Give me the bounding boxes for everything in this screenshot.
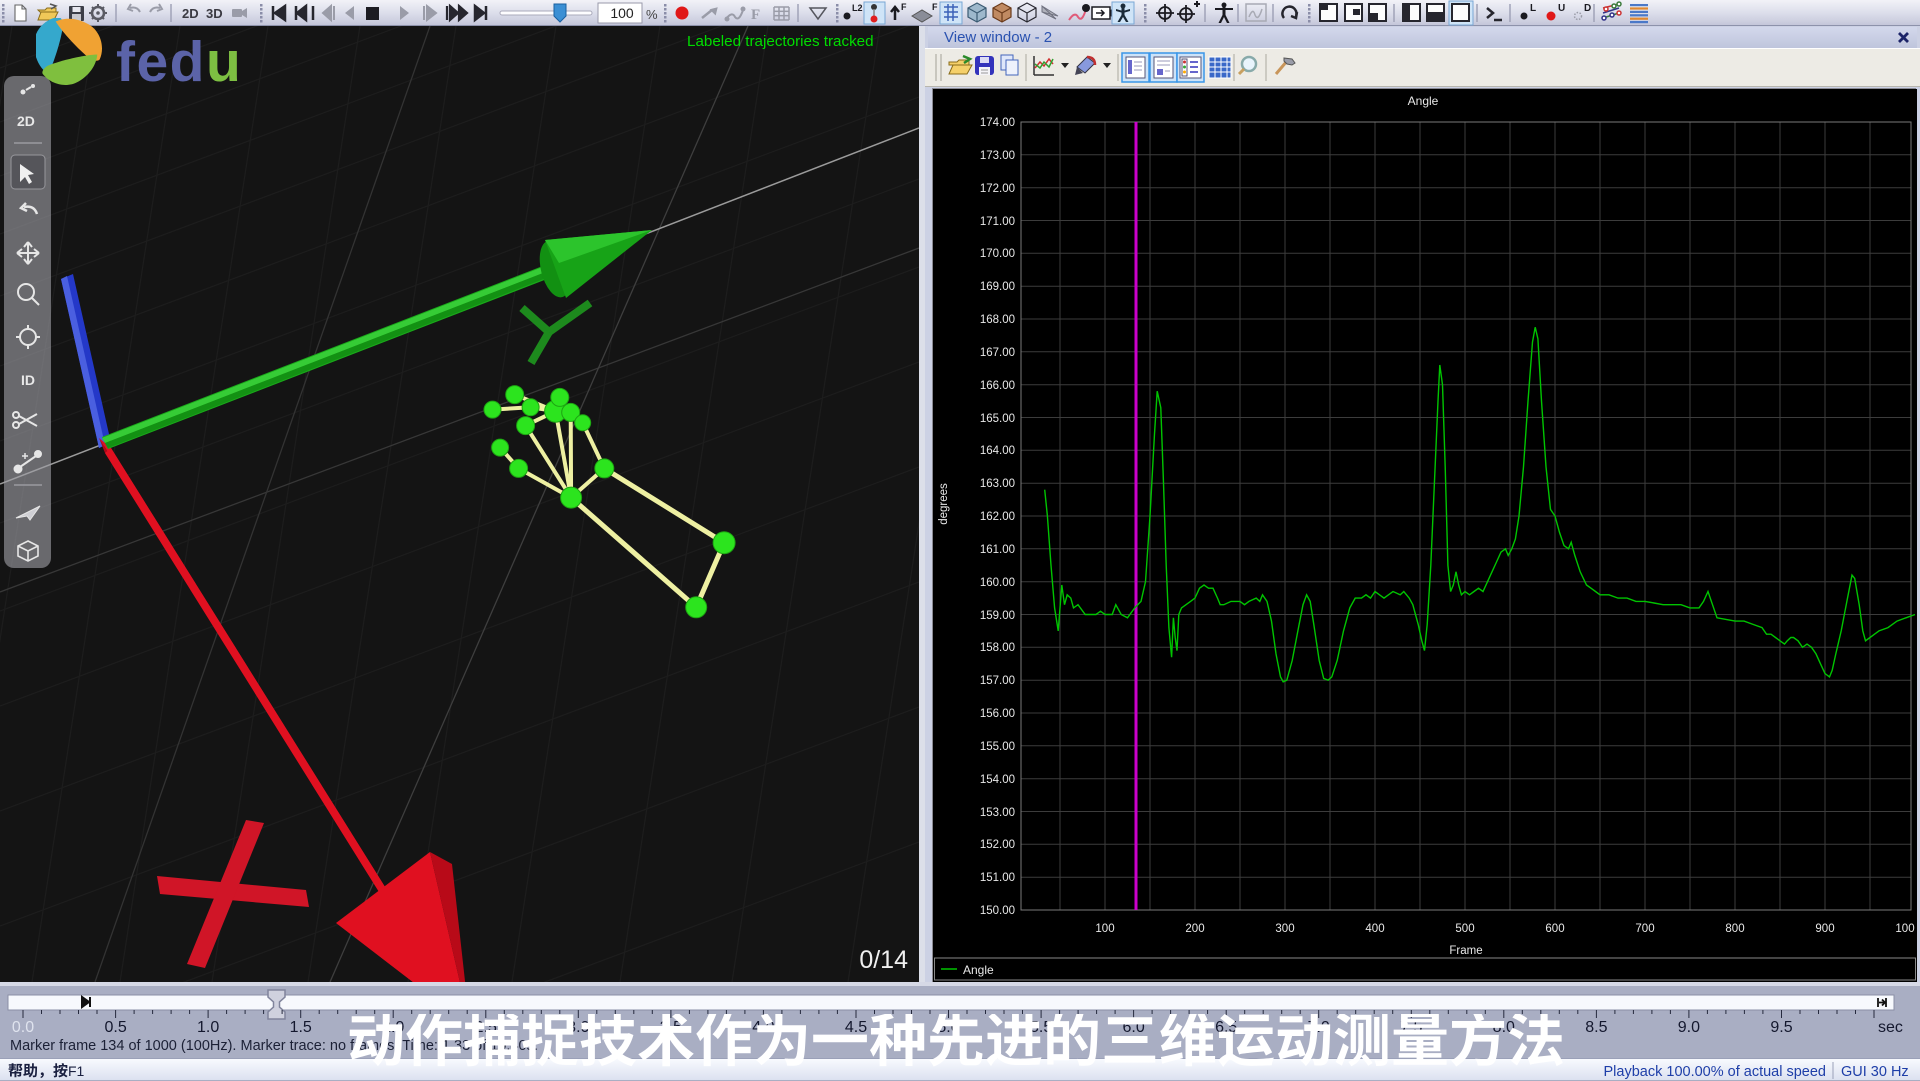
svg-text:166.00: 166.00	[980, 380, 1015, 392]
svg-text:150.00: 150.00	[980, 905, 1015, 917]
svg-text:100: 100	[1895, 923, 1914, 935]
svg-text:GUI 30 Hz: GUI 30 Hz	[1841, 1064, 1909, 1080]
svg-text:900: 900	[1815, 923, 1834, 935]
svg-text:1.0: 1.0	[197, 1019, 219, 1036]
svg-text:8.5: 8.5	[1585, 1019, 1607, 1036]
svg-text:L2: L2	[852, 3, 863, 13]
svg-text:170.00: 170.00	[980, 248, 1015, 260]
svg-text:168.00: 168.00	[980, 314, 1015, 326]
svg-text:sec: sec	[1878, 1019, 1903, 1036]
svg-text:151.00: 151.00	[980, 872, 1015, 884]
svg-text:F: F	[901, 2, 907, 12]
svg-text:L: L	[1530, 3, 1536, 14]
svg-text:Angle: Angle	[963, 963, 994, 977]
svg-text:167.00: 167.00	[980, 347, 1015, 359]
svg-text:156.00: 156.00	[980, 708, 1015, 720]
svg-text:160.00: 160.00	[980, 577, 1015, 589]
svg-text:100: 100	[1095, 923, 1114, 935]
svg-text:0.0: 0.0	[12, 1019, 34, 1036]
svg-text:9.0: 9.0	[1678, 1019, 1700, 1036]
svg-text:161.00: 161.00	[980, 544, 1015, 556]
svg-text:degrees: degrees	[938, 483, 950, 525]
svg-text:F1: F1	[68, 1063, 85, 1079]
svg-text:173.00: 173.00	[980, 150, 1015, 162]
svg-text:Labeled trajectories tracked: Labeled trajectories tracked	[687, 33, 874, 50]
svg-text:172.00: 172.00	[980, 183, 1015, 195]
svg-text:Frame: Frame	[1449, 945, 1482, 957]
svg-text:%: %	[646, 7, 658, 22]
svg-text:D: D	[1584, 3, 1591, 14]
svg-text:600: 600	[1545, 923, 1564, 935]
svg-text:F: F	[932, 2, 938, 12]
svg-text:Playback 100.00% of actual spe: Playback 100.00% of actual speed	[1604, 1064, 1826, 1080]
svg-text:152.00: 152.00	[980, 839, 1015, 851]
svg-text:300: 300	[1275, 923, 1294, 935]
svg-text:100: 100	[610, 5, 634, 21]
svg-text:169.00: 169.00	[980, 281, 1015, 293]
svg-text:157.00: 157.00	[980, 675, 1015, 687]
svg-text:fedu: fedu	[116, 30, 242, 94]
svg-text:700: 700	[1635, 923, 1654, 935]
svg-text:159.00: 159.00	[980, 610, 1015, 622]
svg-text:U: U	[1558, 3, 1565, 14]
svg-text:800: 800	[1725, 923, 1744, 935]
svg-text:155.00: 155.00	[980, 741, 1015, 753]
svg-text:164.00: 164.00	[980, 445, 1015, 457]
svg-text:165.00: 165.00	[980, 413, 1015, 425]
svg-text:163.00: 163.00	[980, 478, 1015, 490]
svg-text:Angle: Angle	[1408, 94, 1439, 108]
svg-text:0/14: 0/14	[859, 946, 908, 974]
svg-text:174.00: 174.00	[980, 117, 1015, 129]
svg-text:400: 400	[1365, 923, 1384, 935]
svg-text:500: 500	[1455, 923, 1474, 935]
svg-text:154.00: 154.00	[980, 774, 1015, 786]
svg-text:9.5: 9.5	[1770, 1019, 1792, 1036]
svg-text:158.00: 158.00	[980, 642, 1015, 654]
svg-text:2D: 2D	[17, 113, 35, 129]
svg-text:ID: ID	[21, 372, 35, 388]
svg-text:1.5: 1.5	[290, 1019, 312, 1036]
svg-text:153.00: 153.00	[980, 807, 1015, 819]
svg-text:F: F	[751, 7, 760, 23]
svg-text:171.00: 171.00	[980, 216, 1015, 228]
svg-text:200: 200	[1185, 923, 1204, 935]
svg-text:162.00: 162.00	[980, 511, 1015, 523]
svg-text:0.5: 0.5	[104, 1019, 126, 1036]
